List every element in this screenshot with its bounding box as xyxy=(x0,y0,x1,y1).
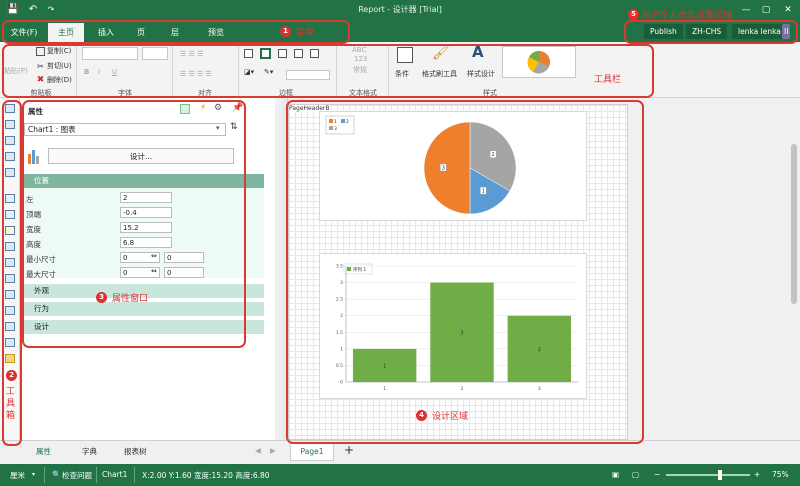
props-annotation-label: 属性窗口 xyxy=(112,294,149,304)
check-issues-button[interactable]: 检查问题 xyxy=(62,470,92,481)
maximize-icon[interactable]: ▢ xyxy=(758,2,774,18)
menu-annotation-label: 菜单 xyxy=(296,28,315,38)
tab-dictionary[interactable]: 字典 xyxy=(82,446,97,457)
zoom-slider[interactable] xyxy=(666,470,750,480)
status-separator xyxy=(96,467,97,483)
design-annotation-number: 4 xyxy=(416,410,427,421)
menu-annotation-number: 1 xyxy=(280,26,291,37)
user-annotation-number: 5 xyxy=(628,9,639,20)
ribbon-annotation-label: 工具栏 xyxy=(594,75,622,85)
zoom-level: 75% xyxy=(772,470,789,479)
zoom-in-icon[interactable]: + xyxy=(754,470,760,479)
tab-properties[interactable]: 属性 xyxy=(36,446,51,457)
status-component: Chart1 xyxy=(102,470,128,479)
vertical-scrollbar[interactable] xyxy=(788,98,800,440)
scrollbar-thumb[interactable] xyxy=(791,144,797,304)
close-icon[interactable]: ✕ xyxy=(780,2,796,18)
props-annotation-frame xyxy=(22,100,246,348)
minimize-icon[interactable]: — xyxy=(738,2,754,18)
ribbon-annotation-frame xyxy=(2,44,654,98)
status-separator xyxy=(134,467,135,483)
status-separator xyxy=(44,467,45,483)
add-page-button[interactable]: + xyxy=(344,443,354,457)
zoom-slider-thumb[interactable] xyxy=(718,470,722,480)
tab-page1[interactable]: Page1 xyxy=(290,443,334,461)
zoom-out-icon[interactable]: − xyxy=(654,470,660,479)
status-coordinates: X:2.00 Y:1.60 宽度:15.20 高度:6.80 xyxy=(142,471,270,480)
tab-report-tree[interactable]: 报表树 xyxy=(124,446,147,457)
toolbox-annotation-number: 2 xyxy=(6,370,17,381)
status-bar: 厘米 ▾ 🔍 检查问题 Chart1 X:2.00 Y:1.60 宽度:15.2… xyxy=(0,464,800,486)
designer-window: 💾 ↶ ↷ Report - 设计器 [Trial] — ▢ ✕ 文件(F) 主… xyxy=(0,0,800,486)
prev-page-icon[interactable]: ◀ xyxy=(255,446,261,455)
next-page-icon[interactable]: ▶ xyxy=(270,446,276,455)
check-icon[interactable]: 🔍 xyxy=(52,470,61,479)
fit-page-icon[interactable]: ▣ xyxy=(612,470,619,479)
unit-selector[interactable]: 厘米 xyxy=(10,470,25,481)
design-annotation-label: 设计区域 xyxy=(432,412,469,422)
user-annotation-label: 用户个人信息设置区域 xyxy=(642,11,733,21)
toolbox-annotation-label: 工 具 箱 xyxy=(6,387,16,421)
zoom-page-icon[interactable]: ▢ xyxy=(632,470,639,479)
design-annotation-frame xyxy=(286,100,644,444)
user-annotation-frame xyxy=(624,20,798,44)
props-annotation-number: 3 xyxy=(96,292,107,303)
unit-chevron-icon[interactable]: ▾ xyxy=(32,471,35,478)
